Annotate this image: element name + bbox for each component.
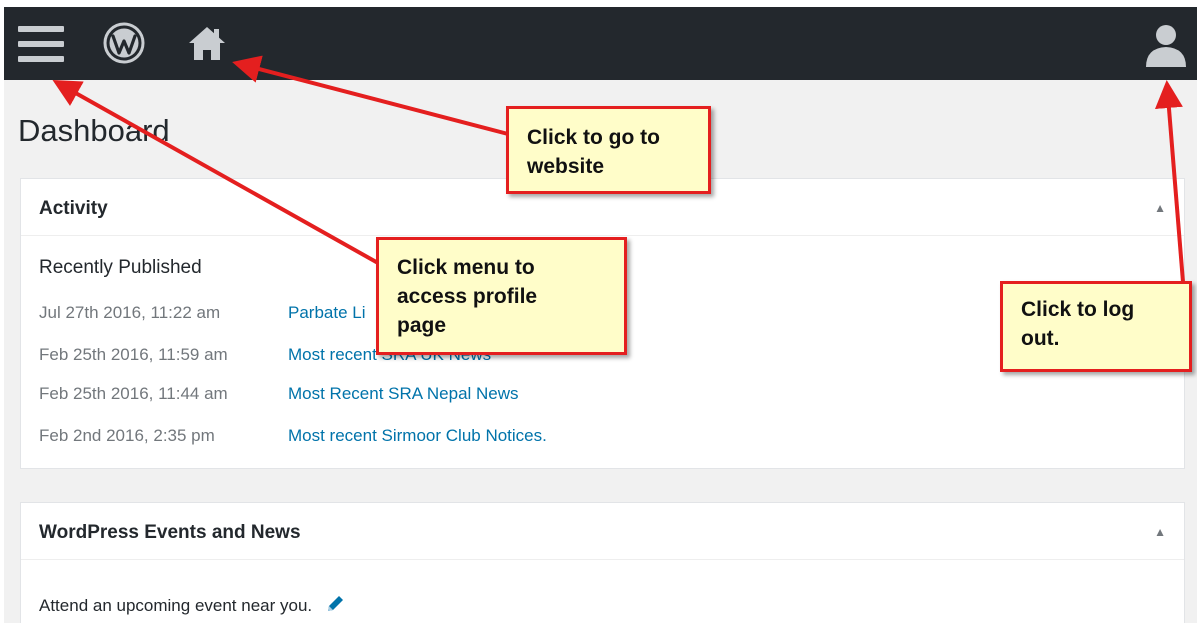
activity-date: Jul 27th 2016, 11:22 am — [39, 303, 221, 322]
recently-published-heading: Recently Published — [39, 257, 202, 278]
callout-line: website — [527, 155, 605, 178]
admin-toolbar — [4, 7, 1197, 80]
callout-menu: Click menu to access profile page — [376, 237, 627, 355]
menu-bar-line — [18, 41, 64, 47]
page-title: Dashboard — [18, 113, 170, 148]
menu-bar-line — [18, 56, 64, 62]
wordpress-logo-icon[interactable] — [103, 22, 145, 64]
events-title: WordPress Events and News — [39, 522, 301, 543]
callout-line: out. — [1021, 327, 1060, 350]
callout-line: Click to log — [1021, 298, 1135, 321]
callout-website: Click to go to website — [506, 106, 711, 194]
events-news-widget: WordPress Events and News ▲ Attend an up… — [20, 502, 1185, 623]
collapse-caret-icon[interactable]: ▲ — [1154, 201, 1166, 215]
events-header[interactable]: WordPress Events and News ▲ — [21, 503, 1184, 560]
activity-date: Feb 25th 2016, 11:44 am — [39, 384, 228, 403]
activity-title: Activity — [39, 198, 108, 219]
activity-post-link[interactable]: Most recent Sirmoor Club Notices. — [288, 426, 547, 446]
activity-post-link[interactable]: Most Recent SRA Nepal News — [288, 384, 519, 404]
collapse-caret-icon[interactable]: ▲ — [1154, 525, 1166, 539]
user-icon[interactable] — [1144, 22, 1188, 68]
events-message-text: Attend an upcoming event near you. — [39, 596, 313, 615]
activity-date: Feb 2nd 2016, 2:35 pm — [39, 426, 215, 445]
callout-line: Click menu to — [397, 256, 535, 279]
hamburger-menu-icon[interactable] — [18, 24, 64, 64]
events-message: Attend an upcoming event near you. — [39, 594, 345, 616]
activity-date: Feb 25th 2016, 11:59 am — [39, 345, 228, 364]
callout-line: Click to go to — [527, 126, 660, 149]
activity-post-link[interactable]: Parbate Li — [288, 303, 366, 323]
callout-line: access profile — [397, 285, 538, 308]
callout-logout: Click to log out. — [1000, 281, 1192, 372]
home-icon[interactable] — [187, 23, 227, 63]
menu-bar-line — [18, 26, 64, 32]
callout-line: page — [397, 314, 447, 337]
pencil-icon[interactable] — [325, 594, 345, 614]
